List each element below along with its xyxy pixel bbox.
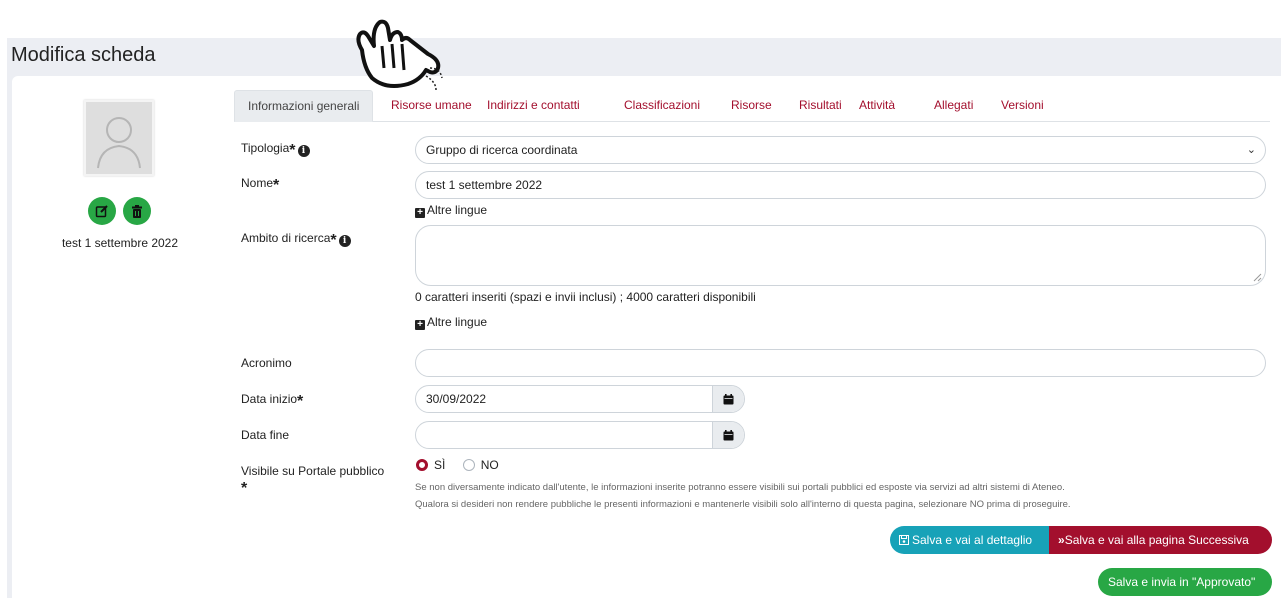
visibile-radio-group: SÌ NO (416, 458, 499, 472)
profile-name: test 1 settembre 2022 (61, 236, 179, 250)
resize-handle-icon[interactable] (1252, 272, 1262, 282)
save-approve-button[interactable]: Salva e invia in "Approvato" (1098, 568, 1272, 596)
ambito-textarea[interactable] (415, 225, 1266, 286)
hand-pointer-icon (356, 19, 443, 91)
ambito-label: Ambito di ricerca* i (241, 231, 351, 250)
plus-square-icon: + (415, 208, 425, 218)
altre-lingue-link[interactable]: + Altre lingue (415, 203, 487, 218)
save-icon (899, 535, 909, 545)
acronimo-input[interactable] (415, 349, 1266, 377)
radio-no-control[interactable] (462, 459, 475, 471)
page-title: Modifica scheda (11, 44, 156, 66)
tab-indirizzi-contatti[interactable]: Indirizzi e contatti (487, 90, 580, 122)
visibile-label: Visibile su Portale pubblico * (241, 464, 385, 497)
required-mark: * (289, 142, 296, 159)
tab-risorse[interactable]: Risorse (731, 90, 772, 122)
required-mark: * (241, 480, 248, 497)
nome-label: Nome* (241, 176, 280, 194)
tab-attivita[interactable]: Attività (859, 90, 895, 122)
radio-no[interactable]: NO (462, 458, 499, 472)
radio-si[interactable]: SÌ (416, 458, 445, 472)
edit-icon (95, 205, 108, 218)
save-detail-button[interactable]: Salva e vai al dettaglio (890, 526, 1049, 554)
info-icon[interactable]: i (297, 145, 310, 157)
save-next-button[interactable]: »Salva e vai alla pagina Successiva (1049, 526, 1272, 554)
data-inizio-label: Data inizio* (241, 392, 304, 410)
user-placeholder-icon (84, 100, 154, 176)
tab-risorse-umane[interactable]: Risorse umane (391, 90, 472, 122)
radio-si-control[interactable] (416, 459, 428, 471)
tab-risultati[interactable]: Risultati (799, 90, 842, 122)
tab-allegati[interactable]: Allegati (934, 90, 973, 122)
edit-button[interactable] (88, 197, 116, 225)
calendar-icon (723, 393, 734, 404)
nome-input[interactable]: test 1 settembre 2022 (415, 171, 1266, 199)
altre-lingue-link[interactable]: + Altre lingue (415, 315, 487, 330)
data-fine-label: Data fine (241, 428, 290, 442)
chevron-down-icon: ⌄ (1246, 144, 1256, 156)
acronimo-label: Acronimo (241, 356, 292, 370)
trash-icon (132, 204, 142, 218)
char-counter: 0 caratteri inseriti (spazi e invii incl… (415, 290, 756, 304)
required-mark: * (297, 393, 304, 410)
required-mark: * (330, 232, 337, 249)
data-fine-input[interactable] (415, 421, 745, 449)
calendar-button[interactable] (712, 422, 744, 448)
required-mark: * (273, 177, 280, 194)
calendar-button[interactable] (712, 386, 744, 412)
calendar-icon (723, 429, 734, 440)
visibility-help-2: Qualora si desideri non rendere pubblich… (415, 499, 1071, 510)
delete-button[interactable] (123, 197, 151, 225)
double-chevron-right-icon: » (1058, 533, 1065, 547)
plus-square-icon: + (415, 320, 425, 330)
tipologia-select[interactable]: Gruppo di ricerca coordinata ⌄ (415, 136, 1266, 164)
info-icon[interactable]: i (338, 235, 351, 247)
tab-bar: Informazioni generali Risorse umane Indi… (234, 90, 1270, 122)
tipologia-label: Tipologia* i (241, 141, 310, 160)
visibility-help-1: Se non diversamente indicato dall'utente… (415, 482, 1065, 493)
tab-versioni[interactable]: Versioni (1001, 90, 1044, 122)
data-inizio-input[interactable]: 30/09/2022 (415, 385, 745, 413)
tab-classificazioni[interactable]: Classificazioni (624, 90, 700, 122)
tab-informazioni-generali[interactable]: Informazioni generali (234, 90, 374, 122)
